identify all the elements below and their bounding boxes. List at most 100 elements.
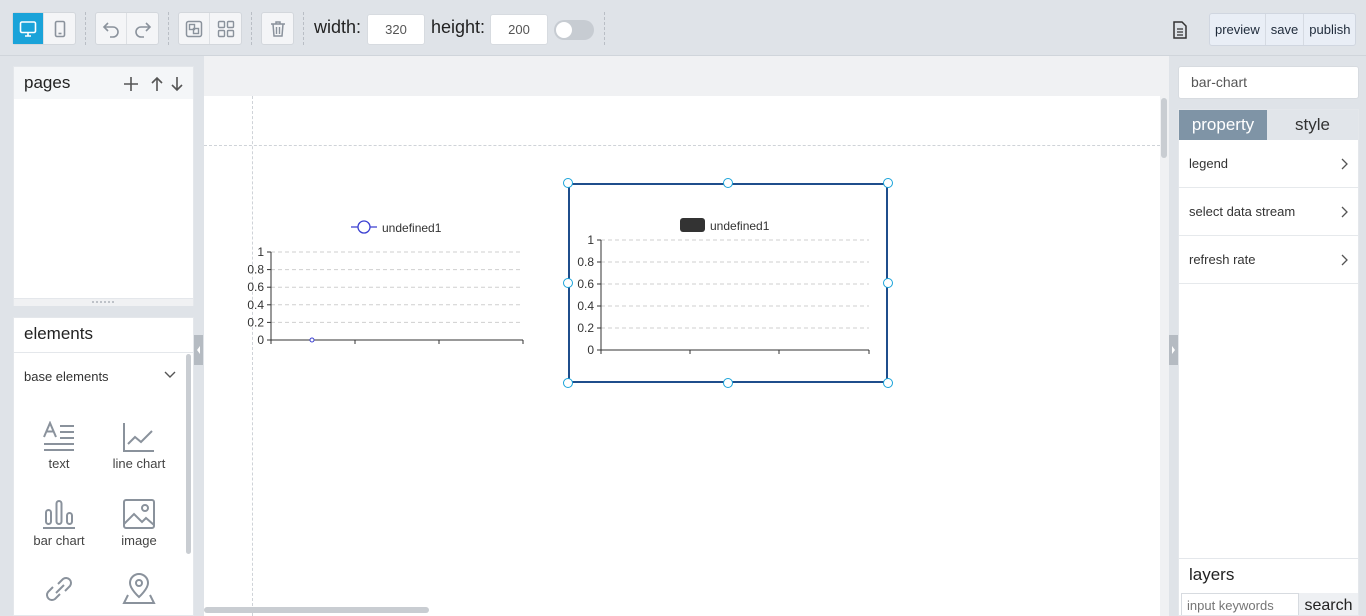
width-label: width: xyxy=(314,17,362,37)
property-row-data-stream[interactable]: select data stream xyxy=(1179,188,1358,236)
text-icon xyxy=(43,421,74,451)
left-collapse-handle[interactable] xyxy=(194,335,203,365)
y-tick-label: 0.4 xyxy=(577,299,594,313)
bar-chart-widget[interactable]: undefined1 1 0.8 0.6 0.4 0.2 0 xyxy=(563,178,893,388)
element-image[interactable]: image xyxy=(109,498,169,551)
move-up-icon[interactable] xyxy=(150,76,164,92)
element-line-chart-label: line chart xyxy=(112,456,166,471)
component-name-input[interactable]: bar-chart xyxy=(1178,66,1359,99)
group-icon xyxy=(185,20,203,37)
y-tick-label: 1 xyxy=(587,233,594,247)
resize-handle[interactable] xyxy=(723,178,733,188)
resize-handle[interactable] xyxy=(883,378,893,388)
element-link[interactable] xyxy=(29,573,89,605)
add-page-icon[interactable] xyxy=(122,75,140,93)
resize-handle[interactable] xyxy=(883,178,893,188)
right-panel: bar-chart property style legend select d… xyxy=(1178,56,1359,616)
resize-handle[interactable] xyxy=(563,178,573,188)
y-tick-label: 0 xyxy=(587,343,594,357)
toolbar: width: 320 height: 200 preview save publ… xyxy=(0,0,1366,56)
chevron-right-icon xyxy=(1341,206,1348,217)
actions-group: preview save publish xyxy=(1209,13,1357,46)
pages-header: pages xyxy=(14,67,193,99)
canvas-vertical-scrollbar[interactable] xyxy=(1161,98,1167,158)
y-tick-label: 0 xyxy=(257,333,264,347)
desktop-view-button[interactable] xyxy=(13,13,44,44)
save-button[interactable]: save xyxy=(1266,14,1305,45)
canvas-horizontal-scrollbar[interactable] xyxy=(204,607,429,613)
y-tick-label: 0.2 xyxy=(247,315,264,329)
chart-legend: undefined1 xyxy=(680,218,770,233)
move-down-icon[interactable] xyxy=(170,76,184,92)
layers-search-button[interactable]: search xyxy=(1299,593,1358,615)
canvas-paper[interactable]: undefined1 1 0.8 0.6 0.4 0.2 0 undefined1 1 0.… xyxy=(204,96,1160,616)
property-row-label: refresh rate xyxy=(1189,252,1256,267)
element-bar-chart[interactable]: bar chart xyxy=(29,498,89,551)
y-tick-label: 0.8 xyxy=(577,255,594,269)
property-row-label: legend xyxy=(1189,156,1229,171)
undo-button[interactable] xyxy=(96,13,127,44)
undo-icon xyxy=(102,21,119,38)
height-input[interactable]: 200 xyxy=(490,14,548,45)
resize-handle[interactable] xyxy=(563,278,573,288)
resize-handle[interactable] xyxy=(883,278,893,288)
tab-style[interactable]: style xyxy=(1267,110,1358,140)
mobile-view-button[interactable] xyxy=(44,13,75,44)
resize-handle[interactable] xyxy=(563,378,573,388)
publish-button[interactable]: publish xyxy=(1304,14,1355,45)
preview-button[interactable]: preview xyxy=(1210,14,1266,45)
y-tick-label: 0.4 xyxy=(247,298,264,312)
chevron-right-icon xyxy=(1341,254,1348,265)
legend-label: undefined1 xyxy=(382,221,442,235)
toolbar-separator xyxy=(85,12,86,45)
toggle-knob xyxy=(556,22,572,38)
element-map[interactable] xyxy=(109,573,169,605)
elements-title: elements xyxy=(24,324,93,343)
redo-button[interactable] xyxy=(127,13,158,44)
y-tick-label: 1 xyxy=(257,245,264,259)
layers-search-input[interactable] xyxy=(1181,593,1299,615)
bar-chart-svg: undefined1 1 0.8 0.6 0.4 0.2 0 xyxy=(577,218,870,357)
resize-handle[interactable] xyxy=(723,378,733,388)
toolbar-separator xyxy=(303,12,304,45)
element-text[interactable]: text xyxy=(29,421,89,474)
data-point xyxy=(309,337,315,343)
width-input[interactable]: 320 xyxy=(367,14,425,45)
line-chart-svg: undefined1 1 0.8 0.6 0.4 0.2 0 xyxy=(247,220,524,347)
property-row-legend[interactable]: legend xyxy=(1179,140,1358,188)
category-label[interactable]: base elements xyxy=(24,369,109,384)
property-row-refresh-rate[interactable]: refresh rate xyxy=(1179,236,1358,284)
y-tick-label: 0.6 xyxy=(577,277,594,291)
tab-property[interactable]: property xyxy=(1179,110,1267,140)
layers-title: layers xyxy=(1189,565,1235,584)
element-text-label: text xyxy=(48,456,70,471)
chevron-down-icon[interactable] xyxy=(164,371,176,379)
link-icon xyxy=(46,577,72,601)
group-button[interactable] xyxy=(179,13,210,44)
pages-resize-handle[interactable] xyxy=(14,298,193,306)
layers-panel: layers search xyxy=(1178,558,1359,616)
height-label: height: xyxy=(431,17,486,37)
history-group xyxy=(95,12,159,45)
line-chart-widget[interactable]: undefined1 1 0.8 0.6 0.4 0.2 0 xyxy=(236,208,536,380)
document-icon[interactable] xyxy=(1170,20,1190,40)
chevron-right-icon xyxy=(1341,158,1348,169)
y-tick-label: 0.8 xyxy=(247,263,264,277)
redo-icon xyxy=(134,21,151,38)
chart-legend: undefined1 xyxy=(351,220,442,235)
delete-button[interactable] xyxy=(262,13,293,44)
toolbar-separator xyxy=(604,12,605,45)
lock-ratio-toggle[interactable] xyxy=(554,20,594,40)
bar-chart-icon xyxy=(43,500,75,529)
map-pin-icon xyxy=(122,573,156,604)
element-line-chart[interactable]: line chart xyxy=(109,421,169,474)
ungroup-button[interactable] xyxy=(210,13,241,44)
right-collapse-handle[interactable] xyxy=(1169,335,1178,365)
y-tick-label: 0.2 xyxy=(577,321,594,335)
ungroup-icon xyxy=(217,20,234,37)
line-chart-icon xyxy=(123,423,154,452)
legend-label: undefined1 xyxy=(710,219,770,233)
toolbar-separator xyxy=(168,12,169,45)
elements-scrollbar[interactable] xyxy=(186,354,191,554)
elements-panel: elements base elements text line chart b… xyxy=(13,317,194,616)
